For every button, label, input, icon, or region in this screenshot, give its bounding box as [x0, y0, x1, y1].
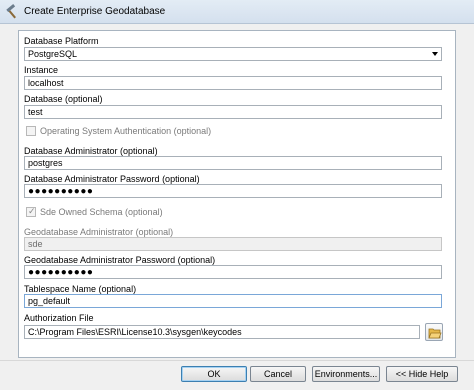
gdb-admin-password-input[interactable]: ●●●●●●●●●● — [24, 265, 442, 279]
db-admin-value: postgres — [28, 158, 63, 168]
database-label: Database (optional) — [24, 94, 103, 104]
gdb-admin-password-value: ●●●●●●●●●● — [28, 267, 94, 278]
sde-owned-schema-label: Sde Owned Schema (optional) — [40, 207, 163, 217]
instance-input[interactable]: localhost — [24, 76, 442, 90]
os-auth-checkbox[interactable] — [26, 126, 36, 136]
authorization-file-value: C:\Program Files\ESRI\License10.3\sysgen… — [28, 327, 242, 337]
hammer-tool-icon — [4, 4, 20, 20]
cancel-button[interactable]: Cancel — [250, 366, 306, 382]
button-bar-divider — [0, 360, 474, 361]
db-admin-password-label: Database Administrator Password (optiona… — [24, 174, 200, 184]
db-admin-input[interactable]: postgres — [24, 156, 442, 170]
db-admin-label: Database Administrator (optional) — [24, 146, 158, 156]
browse-button[interactable] — [425, 323, 443, 341]
window-title: Create Enterprise Geodatabase — [24, 6, 166, 17]
db-admin-password-input[interactable]: ●●●●●●●●●● — [24, 184, 442, 198]
db-admin-password-value: ●●●●●●●●●● — [28, 186, 94, 197]
checkmark-icon: ✓ — [28, 206, 36, 216]
tablespace-input[interactable]: pg_default — [24, 294, 442, 308]
instance-label: Instance — [24, 65, 59, 75]
database-input[interactable]: test — [24, 105, 442, 119]
gdb-admin-input[interactable]: sde — [24, 237, 442, 251]
database-platform-label: Database Platform — [24, 36, 99, 46]
chevron-down-icon[interactable] — [432, 52, 438, 56]
authorization-file-label: Authorization File — [24, 313, 94, 323]
open-folder-icon — [428, 328, 442, 339]
hide-help-button[interactable]: << Hide Help — [386, 366, 458, 382]
sde-owned-schema-checkbox[interactable]: ✓ — [26, 206, 36, 217]
authorization-file-input[interactable]: C:\Program Files\ESRI\License10.3\sysgen… — [24, 325, 420, 339]
database-value: test — [28, 107, 43, 117]
instance-value: localhost — [28, 78, 64, 88]
tablespace-value: pg_default — [28, 296, 71, 306]
ok-button[interactable]: OK — [181, 366, 247, 382]
tablespace-label: Tablespace Name (optional) — [24, 284, 137, 294]
gdb-admin-value: sde — [28, 239, 43, 249]
os-auth-label: Operating System Authentication (optiona… — [40, 126, 212, 136]
environments-button[interactable]: Environments... — [312, 366, 380, 382]
gdb-admin-password-label: Geodatabase Administrator Password (opti… — [24, 255, 216, 265]
gdb-admin-label: Geodatabase Administrator (optional) — [24, 227, 174, 237]
database-platform-select[interactable]: PostgreSQL — [24, 47, 442, 61]
title-bar: Create Enterprise Geodatabase — [0, 0, 474, 24]
database-platform-value: PostgreSQL — [28, 49, 78, 59]
